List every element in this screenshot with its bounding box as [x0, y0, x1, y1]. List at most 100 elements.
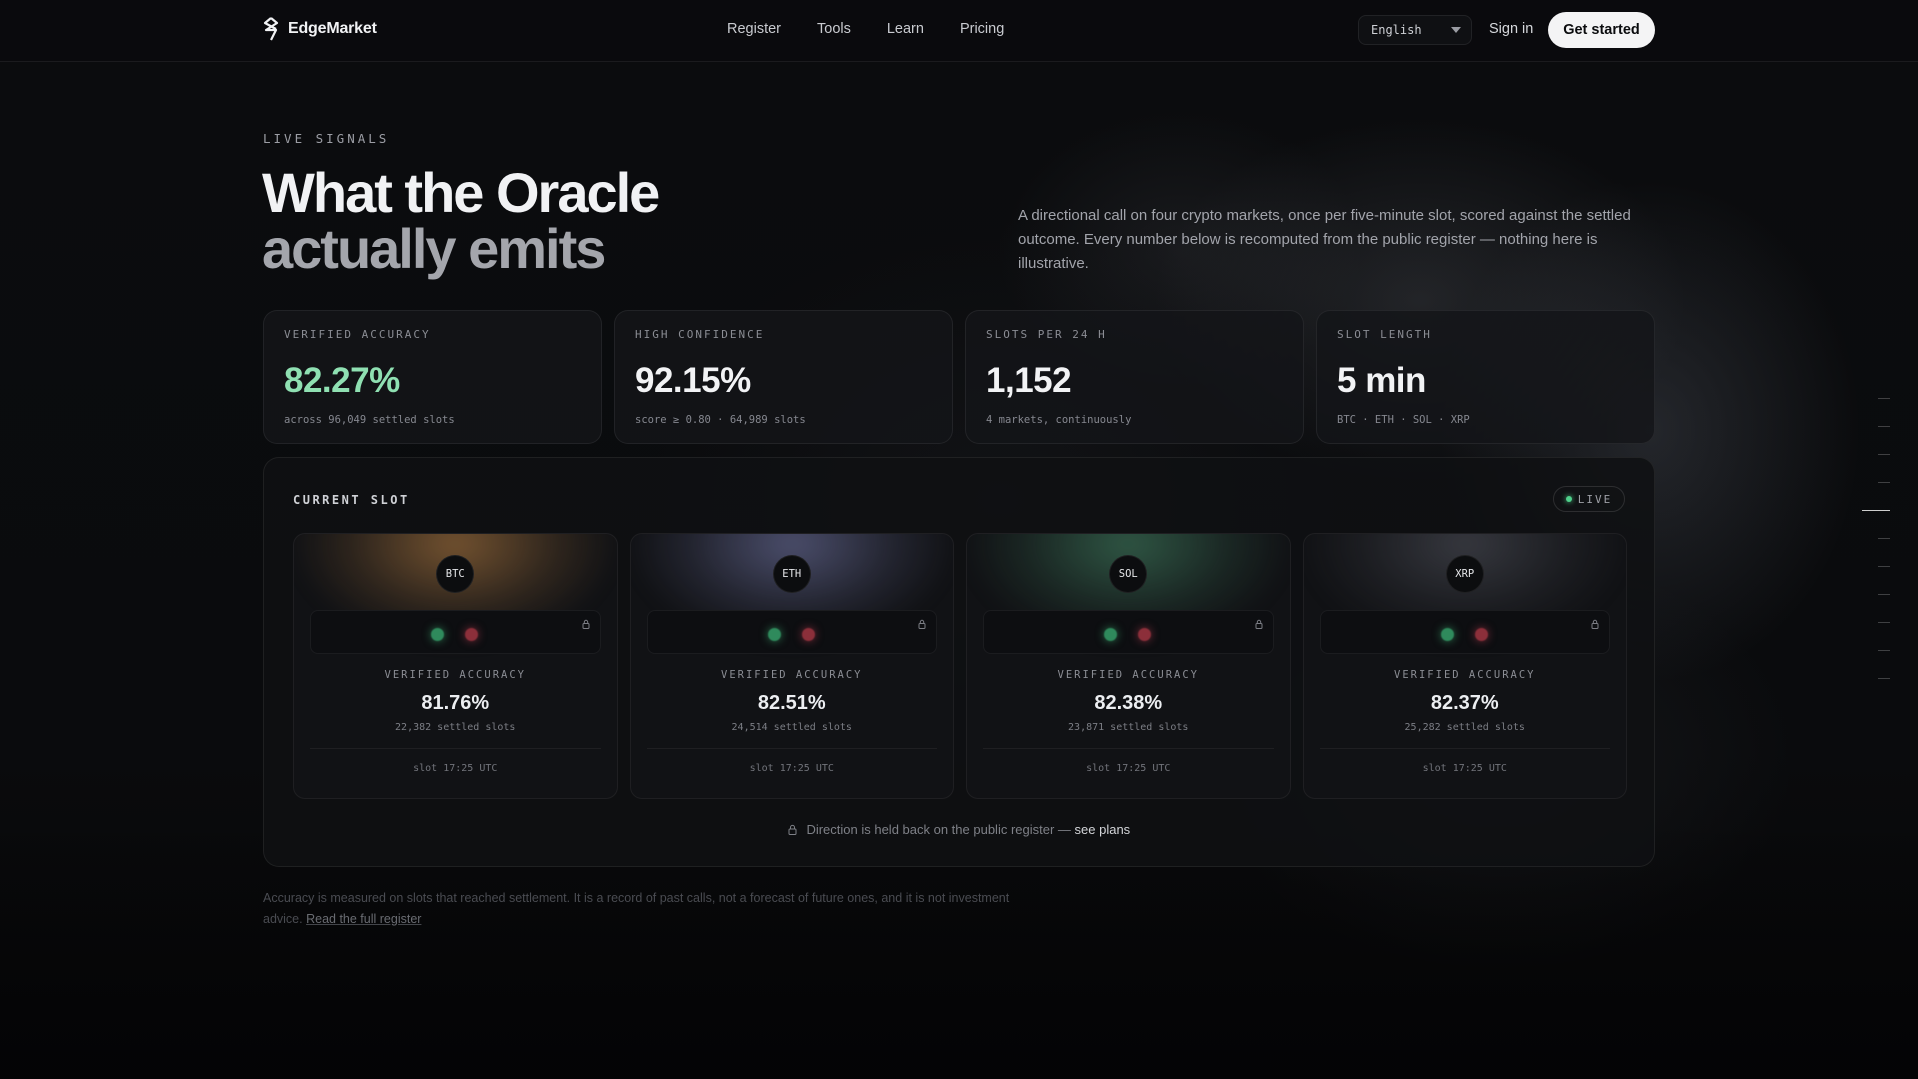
sign-in-link[interactable]: Sign in — [1489, 21, 1533, 37]
market-card-eth[interactable]: ETH VERIFIED ACCURACY 82.51% 24,514 sett… — [629, 533, 954, 799]
section-tick[interactable] — [1878, 454, 1890, 455]
live-label: LIVE — [1577, 492, 1613, 506]
section-tick[interactable] — [1878, 650, 1890, 651]
up-signal-dot-icon — [767, 628, 781, 641]
language-value: English — [1371, 23, 1422, 37]
hero-title-line1: What the Oracle — [262, 161, 660, 224]
section-tick[interactable] — [1878, 426, 1890, 427]
market-accuracy-label: VERIFIED ACCURACY — [384, 669, 526, 681]
direction-held-notice: Direction is held back on the public reg… — [264, 822, 1654, 837]
divider — [1319, 748, 1610, 749]
divider — [646, 748, 937, 749]
direction-indicator — [1319, 610, 1610, 654]
market-slot-time: slot 17:25 UTC — [749, 763, 834, 774]
market-symbol-badge: BTC — [436, 555, 475, 593]
section-tick[interactable] — [1878, 622, 1890, 623]
market-accuracy-value: 82.37% — [1430, 692, 1499, 714]
market-symbol-badge: ETH — [772, 555, 811, 593]
market-slot-time: slot 17:25 UTC — [1086, 763, 1171, 774]
market-slot-time: slot 17:25 UTC — [413, 763, 498, 774]
section-tick[interactable] — [1878, 566, 1890, 567]
main-content: LIVE SIGNALS What the Oracle actually em… — [0, 0, 1918, 1079]
stat-sub: score ≥ 0.80 · 64,989 slots — [635, 414, 806, 426]
market-settled-count: 22,382 settled slots — [395, 722, 516, 733]
nav-link-register[interactable]: Register — [727, 21, 781, 37]
stat-sub: BTC · ETH · SOL · XRP — [1337, 414, 1470, 426]
stat-card-high-confidence: HIGH CONFIDENCE 92.15% score ≥ 0.80 · 64… — [614, 310, 953, 444]
market-accuracy-label: VERIFIED ACCURACY — [721, 669, 863, 681]
market-card-xrp[interactable]: XRP VERIFIED ACCURACY 82.37% 25,282 sett… — [1302, 533, 1627, 799]
stat-sub: across 96,049 settled slots — [284, 414, 455, 426]
market-card-btc[interactable]: BTC VERIFIED ACCURACY 81.76% 22,382 sett… — [293, 533, 618, 799]
stat-label: SLOT LENGTH — [1337, 328, 1432, 341]
section-tick-active[interactable] — [1862, 510, 1890, 511]
down-signal-dot-icon — [1474, 628, 1488, 641]
section-tick[interactable] — [1878, 538, 1890, 539]
stat-label: VERIFIED ACCURACY — [284, 328, 431, 341]
market-cards: BTC VERIFIED ACCURACY 81.76% 22,382 sett… — [293, 533, 1627, 799]
market-settled-count: 25,282 settled slots — [1404, 722, 1525, 733]
market-accuracy-value: 82.38% — [1094, 692, 1163, 714]
hero-title-line2: actually emits — [262, 217, 606, 280]
market-accuracy-label: VERIFIED ACCURACY — [1057, 669, 1199, 681]
direction-indicator — [310, 610, 601, 654]
down-signal-dot-icon — [1138, 628, 1152, 641]
market-accuracy-value: 82.51% — [757, 692, 826, 714]
stat-sub: 4 markets, continuously — [986, 414, 1132, 426]
see-plans-link[interactable]: see plans — [1075, 822, 1131, 837]
hero-eyebrow: LIVE SIGNALS — [263, 131, 390, 146]
market-symbol-badge: SOL — [1109, 555, 1148, 593]
down-signal-dot-icon — [465, 628, 479, 641]
market-accuracy-value: 81.76% — [421, 692, 490, 714]
divider — [983, 748, 1274, 749]
brand-logo[interactable]: EdgeMarket — [262, 17, 377, 41]
lock-icon — [1255, 619, 1262, 629]
hero-title: What the Oracle actually emits — [262, 161, 660, 280]
panel-title: CURRENT SLOT — [293, 493, 410, 507]
section-scroll-rail — [1862, 394, 1890, 684]
nav-link-tools[interactable]: Tools — [817, 21, 851, 37]
lock-icon — [1591, 619, 1599, 629]
up-signal-dot-icon — [1104, 628, 1118, 641]
top-nav: EdgeMarket Register Tools Learn Pricing … — [0, 0, 1918, 62]
stat-card-slot-length: SLOT LENGTH 5 min BTC · ETH · SOL · XRP — [1316, 310, 1655, 444]
section-tick[interactable] — [1878, 482, 1890, 483]
section-tick[interactable] — [1878, 594, 1890, 595]
nav-link-pricing[interactable]: Pricing — [960, 21, 1004, 37]
disclaimer: Accuracy is measured on slots that reach… — [263, 888, 1023, 930]
language-select[interactable]: English — [1358, 15, 1472, 45]
up-signal-dot-icon — [1440, 628, 1454, 641]
stat-label: SLOTS PER 24 H — [986, 328, 1107, 341]
brand-name: EdgeMarket — [288, 20, 377, 37]
market-card-sol[interactable]: SOL VERIFIED ACCURACY 82.38% 23,871 sett… — [966, 533, 1291, 799]
section-tick[interactable] — [1878, 398, 1890, 399]
market-symbol-badge: XRP — [1445, 555, 1484, 593]
live-badge: LIVE — [1553, 486, 1625, 512]
stat-value: 1,152 — [986, 361, 1072, 400]
market-accuracy-label: VERIFIED ACCURACY — [1394, 669, 1536, 681]
stat-card-slots-per-day: SLOTS PER 24 H 1,152 4 markets, continuo… — [965, 310, 1304, 444]
held-text: Direction is held back on the public reg… — [806, 822, 1071, 837]
nav-link-learn[interactable]: Learn — [887, 21, 924, 37]
lock-icon — [918, 619, 926, 629]
s-logo-icon — [263, 17, 279, 41]
current-slot-panel: CURRENT SLOT LIVE BTC VERIFIED ACCURACY … — [263, 457, 1655, 867]
up-signal-dot-icon — [431, 628, 445, 641]
stat-card-accuracy: VERIFIED ACCURACY 82.27% across 96,049 s… — [263, 310, 602, 444]
divider — [310, 748, 601, 749]
lock-icon — [788, 824, 797, 835]
stat-value: 92.15% — [635, 361, 751, 400]
read-register-link[interactable]: Read the full register — [306, 912, 421, 926]
market-settled-count: 24,514 settled slots — [731, 722, 852, 733]
get-started-button[interactable]: Get started — [1548, 12, 1655, 48]
lock-icon — [582, 619, 589, 629]
direction-indicator — [646, 610, 937, 654]
section-tick[interactable] — [1878, 678, 1890, 679]
live-dot-icon — [1565, 496, 1572, 502]
stat-value: 5 min — [1337, 361, 1426, 400]
direction-indicator — [983, 610, 1274, 654]
nav-links: Register Tools Learn Pricing — [727, 21, 1004, 37]
hero-lede: A directional call on four crypto market… — [1018, 207, 1631, 272]
market-slot-time: slot 17:25 UTC — [1422, 763, 1507, 774]
stat-value: 82.27% — [284, 361, 400, 400]
